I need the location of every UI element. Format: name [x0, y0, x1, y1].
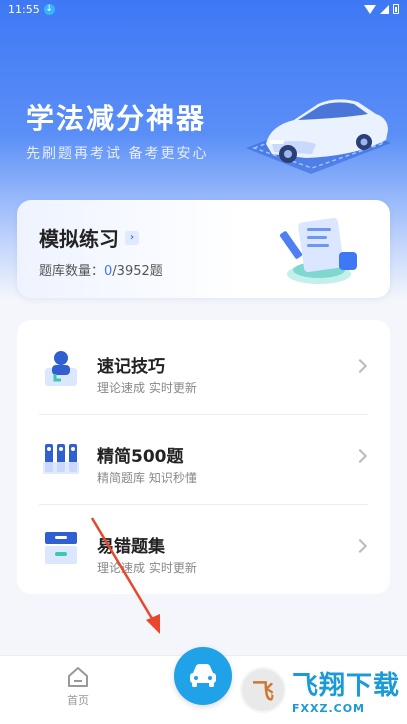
app-title: 学法减分神器 — [26, 102, 207, 135]
chevron-right-icon — [352, 358, 368, 374]
count-label: 题库数量： — [39, 264, 105, 279]
status-bar: 11:55 ↓ — [0, 0, 407, 18]
download-icon: ↓ — [43, 3, 55, 15]
watermark-logo: 飞 — [240, 667, 286, 713]
wifi-icon — [364, 4, 376, 14]
center-car-button[interactable] — [174, 647, 232, 705]
home-icon — [68, 667, 88, 687]
test-tubes-icon — [43, 444, 79, 474]
battery-icon — [393, 4, 399, 14]
list-item-error-prone[interactable]: 易错题集 理论速成 实时更新 — [39, 504, 368, 594]
item-desc: 理论速成 实时更新 — [97, 381, 197, 395]
question-count: 题库数量：0/3952题 — [39, 260, 163, 279]
file-box-icon — [45, 532, 77, 564]
practice-card[interactable]: 模拟练习 › 题库数量：0/3952题 — [17, 200, 390, 298]
car-illustration-icon — [246, 99, 391, 174]
practice-title: 模拟练习 — [39, 227, 119, 251]
watermark-text: 飞翔下载 — [292, 671, 401, 701]
item-desc: 精简题库 知识秒懂 — [97, 471, 197, 485]
watermark-url: FXXZ.COM — [292, 702, 366, 715]
car-icon — [190, 664, 216, 687]
chevron-right-icon: › — [125, 230, 139, 245]
chevron-right-icon — [352, 538, 368, 554]
document-pencil-icon — [279, 217, 357, 284]
item-name: 速记技巧 — [97, 357, 165, 377]
status-time: 11:55 — [8, 2, 40, 16]
person-monitor-icon — [45, 351, 77, 386]
item-desc: 理论速成 实时更新 — [97, 561, 197, 575]
count-total: /3952题 — [112, 264, 163, 279]
list-item-concise-500[interactable]: 精简500题 精简题库 知识秒懂 — [39, 414, 368, 504]
tab-home-label: 首页 — [67, 694, 89, 707]
list-item-speed-memory[interactable]: 速记技巧 理论速成 实时更新 — [39, 324, 368, 414]
feature-list: 速记技巧 理论速成 实时更新 精简500题 精简题库 知识秒懂 易错题集 理论速… — [17, 320, 390, 594]
item-name: 易错题集 — [97, 537, 165, 557]
item-name: 精简500题 — [97, 447, 184, 467]
signal-icon — [380, 4, 389, 14]
chevron-right-icon — [352, 448, 368, 464]
tab-home[interactable]: 首页 — [58, 666, 98, 708]
app-subtitle: 先刷题再考试 备考更安心 — [26, 146, 209, 162]
watermark: 飞 飞翔下载 FXXZ.COM — [240, 660, 407, 720]
